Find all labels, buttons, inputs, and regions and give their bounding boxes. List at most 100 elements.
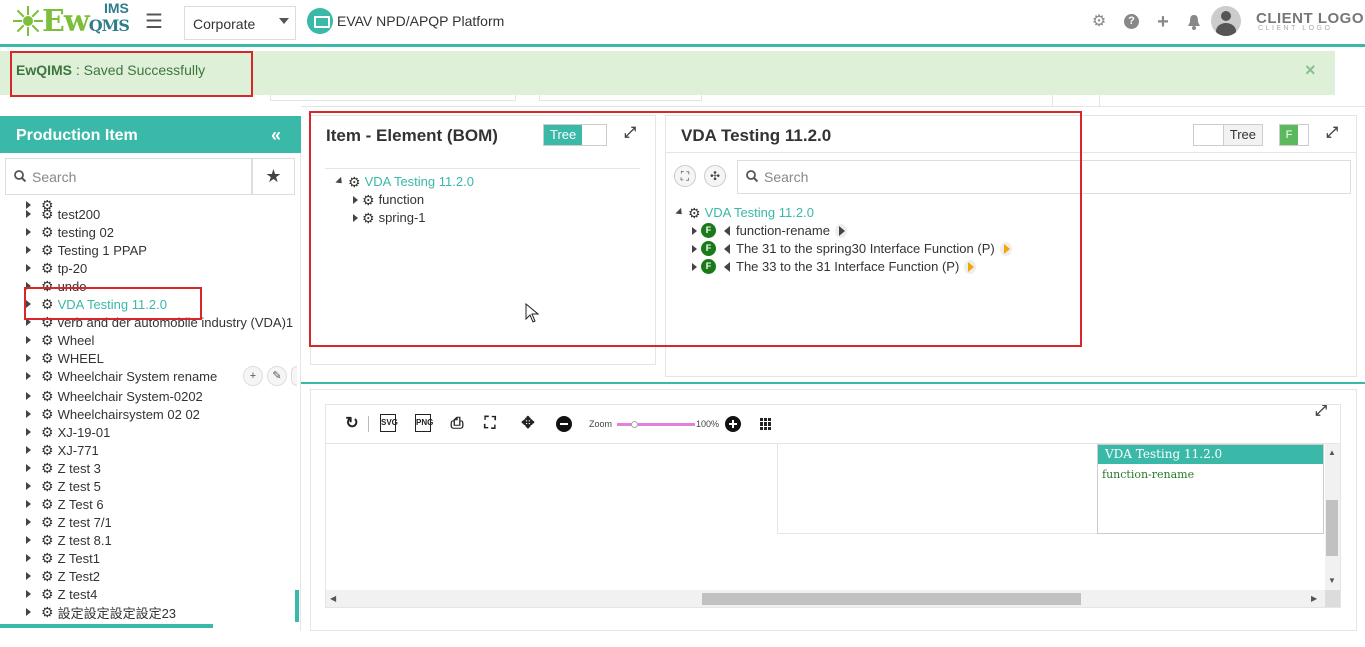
refresh-icon[interactable]: ↻	[342, 414, 362, 434]
gear-cluster-icon: ⚙	[41, 206, 54, 222]
expand-icon[interactable]: ⤢	[1326, 124, 1338, 141]
menu-icon[interactable]: ☰	[145, 12, 163, 32]
expand-arrow-icon[interactable]	[26, 482, 31, 490]
expand-arrow-icon[interactable]	[26, 572, 31, 580]
tree-item[interactable]: ⚙ Testing 1 PPAP	[26, 241, 147, 259]
expand-arrow-icon[interactable]	[26, 518, 31, 526]
graph-node-card-item: function-rename	[1102, 468, 1195, 481]
zoom-slider[interactable]	[617, 423, 695, 426]
fullscreen-icon[interactable]: ✥	[518, 414, 538, 434]
expand-arrow-icon[interactable]	[26, 536, 31, 544]
tree-item-label: XJ-19-01	[57, 424, 111, 440]
gear-cluster-icon: ⚙	[41, 424, 54, 440]
expand-arrow-icon[interactable]	[26, 410, 31, 418]
expand-arrow-icon[interactable]	[26, 590, 31, 598]
print-icon[interactable]: ⎙	[447, 414, 467, 434]
expand-arrow-icon[interactable]	[26, 464, 31, 472]
client-logo-sub: CLIENT LOGO	[1258, 25, 1333, 32]
vda-tree-toggle[interactable]: Tree	[1193, 124, 1263, 146]
expand-arrow-icon[interactable]	[26, 228, 31, 236]
sidebar-vertical-scrollbar[interactable]	[295, 590, 299, 622]
tree-item[interactable]: ⚙ Z Test2	[26, 567, 100, 585]
search-icon	[14, 170, 26, 182]
vda-tree-toggle-label: Tree	[1222, 125, 1262, 145]
export-svg-icon[interactable]: SVG	[380, 414, 398, 432]
gear-cluster-icon: ⚙	[41, 260, 54, 276]
tree-item[interactable]: ⚙ WHEEL	[26, 349, 104, 367]
tree-item[interactable]: ⚙ Z test 8.1	[26, 531, 112, 549]
fit-screen-icon[interactable]: ⛶	[480, 414, 500, 434]
tree-item[interactable]: ⚙ Wheelchairsystem 02 02	[26, 405, 200, 423]
close-icon[interactable]: ×	[1305, 60, 1316, 81]
expand-arrow-icon[interactable]	[26, 554, 31, 562]
favorites-star-icon[interactable]: ★	[252, 158, 295, 195]
collapse-icon[interactable]: «	[271, 125, 281, 146]
org-select[interactable]: Corporate	[184, 6, 296, 40]
tree-item[interactable]: ⚙ Z Test 6	[26, 495, 104, 513]
tree-item[interactable]: ⚙ Z test 5	[26, 477, 101, 495]
grid-icon[interactable]	[760, 418, 772, 430]
tree-item-label: Wheelchairsystem 02 02	[57, 406, 200, 422]
tree-item[interactable]: ⚙ XJ-19-01	[26, 423, 110, 441]
tree-item[interactable]: ⚙ 設定設定設定設定23	[26, 603, 176, 621]
tree-item[interactable]: ⚙ Wheel	[26, 331, 94, 349]
graph-horizontal-scroll-thumb[interactable]	[702, 593, 1081, 605]
expand-arrow-icon[interactable]	[26, 392, 31, 400]
zoom-in-icon[interactable]	[725, 416, 741, 432]
scroll-up-icon[interactable]: ▲	[1328, 448, 1336, 457]
expand-arrow-icon[interactable]	[26, 246, 31, 254]
gear-cluster-icon: ⚙	[41, 460, 54, 476]
sidebar-horizontal-scrollbar[interactable]	[0, 624, 213, 628]
tree-item[interactable]: ⚙ Z test 7/1	[26, 513, 112, 531]
tree-item-label: Z test 7/1	[57, 514, 112, 530]
tree-item[interactable]: ⚙ Z Test1	[26, 549, 100, 567]
help-icon[interactable]: ?	[1124, 14, 1139, 29]
panels-highlight	[309, 111, 1082, 347]
expand-arrow-icon[interactable]	[26, 264, 31, 272]
tree-item-label: testing 02	[57, 224, 114, 240]
tree-item-label: Z test4	[57, 586, 98, 602]
function-filter-label: F	[1280, 125, 1298, 145]
expand-arrow-icon[interactable]	[26, 372, 31, 380]
expand-arrow-icon[interactable]	[26, 608, 31, 616]
tree-item[interactable]: ⚙ Wheelchair System rename	[26, 367, 217, 385]
plus-icon[interactable]: +	[1154, 12, 1172, 32]
tree-item-label: test200	[57, 206, 101, 222]
tree-item[interactable]: ⚙ Z test4	[26, 585, 97, 603]
gear-icon[interactable]: ⚙	[1090, 13, 1108, 31]
tree-item[interactable]: ⚙ test200	[26, 205, 100, 223]
function-filter-toggle[interactable]: F	[1279, 124, 1309, 146]
tree-item-label: Z test 5	[57, 478, 101, 494]
zoom-out-icon[interactable]	[556, 416, 572, 432]
tree-item[interactable]: ⚙ tp-20	[26, 259, 87, 277]
graph-vertical-scroll-thumb[interactable]	[1326, 500, 1338, 556]
tree-item[interactable]: ⚙ XJ-771	[26, 441, 99, 459]
avatar[interactable]	[1211, 6, 1241, 36]
monitor-icon	[307, 8, 333, 34]
add-node-button[interactable]: +	[243, 366, 263, 386]
scroll-right-icon[interactable]: ▶	[1311, 594, 1317, 603]
expand-arrow-icon[interactable]	[26, 428, 31, 436]
zoom-slider-handle[interactable]	[631, 421, 638, 428]
bell-icon[interactable]	[1187, 14, 1201, 30]
expand-arrow-icon[interactable]	[26, 336, 31, 344]
sidebar-right-border	[300, 153, 301, 631]
tree-item-label: XJ-771	[57, 442, 99, 458]
edit-node-button[interactable]: ✎	[267, 366, 287, 386]
tree-item[interactable]: ⚙ Z test 3	[26, 459, 101, 477]
scroll-down-icon[interactable]: ▼	[1328, 576, 1336, 585]
scroll-left-icon[interactable]: ◀	[330, 594, 336, 603]
expand-arrow-icon[interactable]	[26, 446, 31, 454]
logo[interactable]	[12, 5, 44, 37]
toggle-knob	[1194, 125, 1223, 145]
expand-arrow-icon[interactable]	[26, 210, 31, 218]
expand-arrow-icon[interactable]	[26, 354, 31, 362]
tree-overflow-button[interactable]	[291, 366, 297, 386]
gear-cluster-icon: ⚙	[41, 332, 54, 348]
tree-item[interactable]: ⚙ Wheelchair System-0202	[26, 387, 203, 405]
chevron-down-icon	[279, 18, 289, 24]
gear-cluster-icon: ⚙	[41, 514, 54, 530]
tree-item[interactable]: ⚙ testing 02	[26, 223, 114, 241]
export-png-icon[interactable]: PNG	[415, 414, 433, 432]
expand-arrow-icon[interactable]	[26, 500, 31, 508]
